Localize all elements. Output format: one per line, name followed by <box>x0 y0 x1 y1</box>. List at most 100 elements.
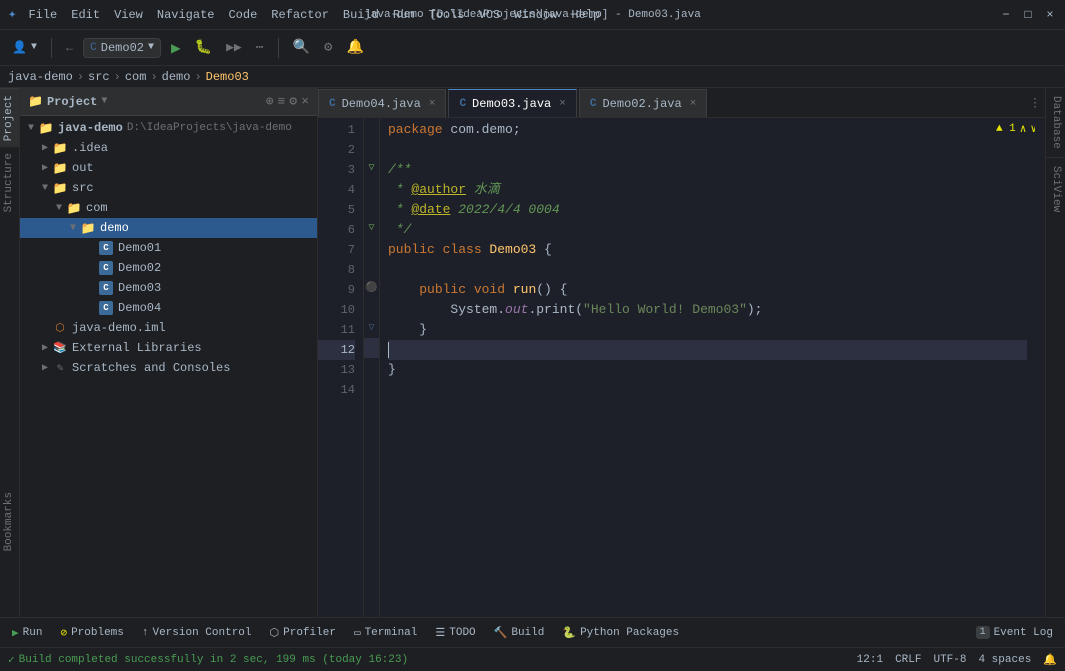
breadcrumb-com[interactable]: com <box>125 70 147 84</box>
bookmarks-label[interactable]: Bookmarks <box>0 486 18 557</box>
menu-edit[interactable]: Edit <box>71 8 100 22</box>
panel-settings-icon[interactable]: ⚙ <box>289 94 297 109</box>
minimize-button[interactable]: − <box>999 8 1013 22</box>
code-line-3: /** <box>388 160 1027 180</box>
structure-label[interactable]: Structure <box>0 147 19 218</box>
tab-demo03[interactable]: C Demo03.java × <box>448 89 576 117</box>
panel-dropdown-icon[interactable]: ▼ <box>101 96 107 107</box>
menu-view[interactable]: View <box>114 8 143 22</box>
run-config-chevron: ▼ <box>148 42 154 53</box>
gutter: ▽ ▽ ⚫ ▽ <box>364 118 380 617</box>
event-log-button[interactable]: 1 Event Log <box>968 620 1061 646</box>
updates-button[interactable]: 🔔 <box>342 37 367 58</box>
run-configuration[interactable]: C Demo02 ▼ <box>83 38 161 58</box>
tree-demo[interactable]: ▼ 📁 demo <box>20 218 317 238</box>
tree-demo03[interactable]: C Demo03 <box>20 278 317 298</box>
out-label: out <box>72 161 94 175</box>
title-bar: ✦ File Edit View Navigate Code Refactor … <box>0 0 1065 30</box>
warning-count: ▲ 1 <box>996 123 1016 135</box>
tree-out[interactable]: ▶ 📁 out <box>20 158 317 178</box>
maximize-button[interactable]: □ <box>1021 8 1035 22</box>
warning-indicator[interactable]: ▲ 1 ∧ ∨ <box>996 122 1037 136</box>
menu-navigate[interactable]: Navigate <box>157 8 215 22</box>
scrollbar[interactable] <box>1035 118 1045 617</box>
editor-area: C Demo04.java × C Demo03.java × C Demo02… <box>318 88 1045 617</box>
run-with-coverage[interactable]: ▶▶ <box>222 38 246 57</box>
tab-demo04-close[interactable]: × <box>429 98 436 110</box>
bottom-tab-todo[interactable]: ☰ TODO <box>427 620 483 646</box>
tree-scratches[interactable]: ▶ ✎ Scratches and Consoles <box>20 358 317 378</box>
code-line-8 <box>388 260 1027 280</box>
breadcrumb-class[interactable]: Demo03 <box>206 70 249 84</box>
event-log-label: Event Log <box>994 627 1053 639</box>
line-ending[interactable]: CRLF <box>895 654 921 666</box>
tab-demo03-close[interactable]: × <box>559 98 566 110</box>
tab-overflow[interactable]: ⋮ <box>1029 95 1041 110</box>
settings-button[interactable]: ⚙ <box>320 37 336 58</box>
status-bar: ✓ Build completed successfully in 2 sec,… <box>0 647 1065 671</box>
tab-demo02-label: Demo02.java <box>602 97 681 111</box>
notifications-icon[interactable]: 🔔 <box>1043 653 1057 667</box>
bottom-tab-vcs[interactable]: ↑ Version Control <box>134 620 260 646</box>
code-line-10: System.out.print("Hello World! Demo03"); <box>388 300 1027 320</box>
tree-com[interactable]: ▼ 📁 com <box>20 198 317 218</box>
bottom-tab-build[interactable]: 🔨 Build <box>486 620 553 646</box>
bottom-tab-profiler[interactable]: ⬡ Profiler <box>262 620 344 646</box>
src-label: src <box>72 181 94 195</box>
bottom-tab-terminal[interactable]: ▭ Terminal <box>346 620 425 646</box>
breadcrumb-demo[interactable]: demo <box>162 70 191 84</box>
breadcrumb-project[interactable]: java-demo <box>8 70 73 84</box>
close-panel-icon[interactable]: × <box>301 94 309 109</box>
code-line-14 <box>388 380 1027 400</box>
database-label[interactable]: Database <box>1046 88 1065 157</box>
line-numbers: 1 2 3 4 5 6 7 8 9 10 11 12 13 14 <box>318 118 364 617</box>
app-icon: ✦ <box>8 6 16 23</box>
tab-demo04[interactable]: C Demo04.java × <box>318 89 446 117</box>
tree-demo04[interactable]: C Demo04 <box>20 298 317 318</box>
window-controls: − □ × <box>999 8 1057 22</box>
encoding[interactable]: UTF-8 <box>933 654 966 666</box>
run-config-icon: C <box>90 42 97 54</box>
build-status-icon: ✓ <box>8 653 15 667</box>
tab-demo02[interactable]: C Demo02.java × <box>579 89 707 117</box>
locate-icon[interactable]: ⊕ <box>266 94 274 109</box>
bottom-tab-python[interactable]: 🐍 Python Packages <box>554 620 687 646</box>
tree-root[interactable]: ▼ 📁 java-demo D:\IdeaProjects\java-demo <box>20 118 317 138</box>
tree-src[interactable]: ▼ 📁 src <box>20 178 317 198</box>
cursor-position[interactable]: 12:1 <box>857 654 883 666</box>
close-button[interactable]: × <box>1043 8 1057 22</box>
bottom-tab-run[interactable]: ▶ Run <box>4 620 50 646</box>
toolbar-separator-2 <box>278 38 279 58</box>
tree-demo01[interactable]: C Demo01 <box>20 238 317 258</box>
iml-label: java-demo.iml <box>72 321 166 335</box>
tab-demo04-label: Demo04.java <box>342 97 421 111</box>
breadcrumb: java-demo › src › com › demo › Demo03 <box>0 66 1065 88</box>
search-everywhere[interactable]: 🔍 <box>289 37 314 58</box>
event-log-badge: 1 <box>976 626 990 639</box>
vcs-button[interactable]: 👤 ▼ <box>8 38 41 57</box>
tabs-bar: C Demo04.java × C Demo03.java × C Demo02… <box>318 88 1045 118</box>
code-area[interactable]: package com.demo; /** * @author 水滴 * @da… <box>380 118 1035 617</box>
bottom-tab-problems[interactable]: ⊘ Problems <box>52 620 131 646</box>
menu-file[interactable]: File <box>28 8 57 22</box>
menu-refactor[interactable]: Refactor <box>271 8 329 22</box>
back-button[interactable]: ← <box>62 39 77 57</box>
more-run-options[interactable]: ⋯ <box>252 38 268 57</box>
menu-code[interactable]: Code <box>228 8 257 22</box>
debug-button[interactable]: 🐛 <box>191 37 216 58</box>
sciview-label[interactable]: SciView <box>1046 158 1065 220</box>
tree-idea[interactable]: ▶ 📁 .idea <box>20 138 317 158</box>
tree-demo02[interactable]: C Demo02 <box>20 258 317 278</box>
indent-setting[interactable]: 4 spaces <box>978 654 1031 666</box>
code-line-4: * @author 水滴 <box>388 180 1027 200</box>
run-button[interactable]: ▶ <box>167 36 185 60</box>
project-panel-toggle[interactable]: Project <box>0 88 19 147</box>
idea-label: .idea <box>72 141 108 155</box>
editor-content[interactable]: 1 2 3 4 5 6 7 8 9 10 11 12 13 14 ▽ <box>318 118 1045 617</box>
tab-demo02-close[interactable]: × <box>690 98 697 110</box>
tree-extlibs[interactable]: ▶ 📚 External Libraries <box>20 338 317 358</box>
collapse-icon[interactable]: ≡ <box>278 94 286 109</box>
warning-nav-up[interactable]: ∧ <box>1020 122 1027 136</box>
tree-iml[interactable]: ⬡ java-demo.iml <box>20 318 317 338</box>
breadcrumb-src[interactable]: src <box>88 70 110 84</box>
